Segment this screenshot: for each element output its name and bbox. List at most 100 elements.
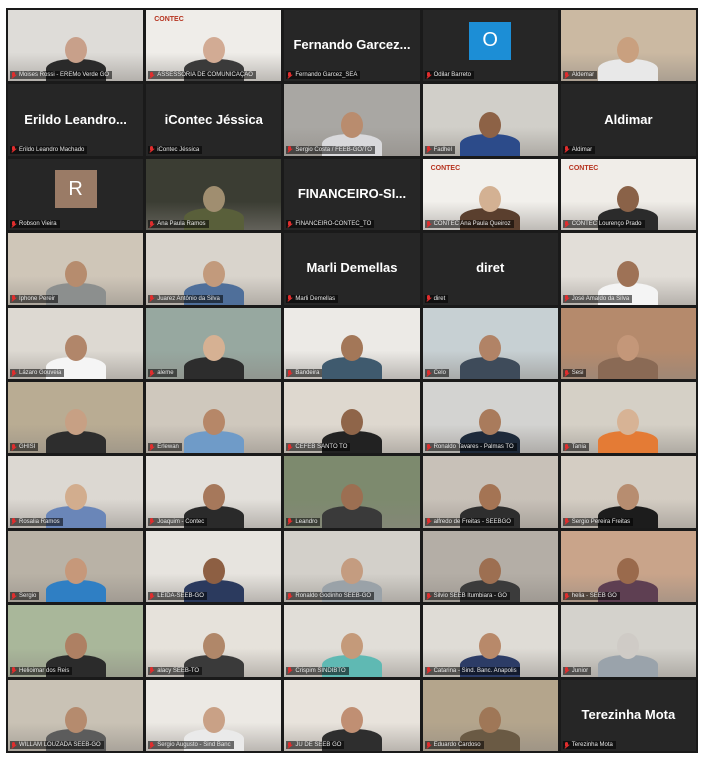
participant-tile[interactable]: diret diret xyxy=(422,233,558,305)
muted-mic-icon xyxy=(564,220,570,228)
participant-tile[interactable]: Ronaldo Godinho SEEB-GO xyxy=(284,530,420,603)
participant-tile[interactable]: alacy SEEB-TO xyxy=(146,605,282,677)
participant-tile[interactable]: Junior xyxy=(560,605,696,677)
participant-tile[interactable]: alfredo de Freitas - SEEBGO xyxy=(422,456,558,528)
participant-tile[interactable]: CEFEB SANTO TO xyxy=(284,382,420,454)
participant-tile[interactable]: Fadhel xyxy=(422,84,558,156)
participant-tile[interactable]: Tania xyxy=(560,382,696,454)
participant-tile[interactable]: Eduardo Cardoso xyxy=(422,679,558,751)
participant-tile[interactable]: LEIDA-SEEB-GO xyxy=(146,530,282,603)
muted-mic-icon xyxy=(564,518,570,525)
participant-tile[interactable]: WILLAM LOUZADA SEEB-GO xyxy=(8,679,144,751)
participant-name-label: Catarina - Sind. Banc. Anapolis xyxy=(424,666,520,675)
participant-tile[interactable]: Juarez Antônio da Silva xyxy=(146,233,282,305)
participant-tile[interactable]: O Odilar Barreto xyxy=(422,10,558,82)
participant-tile[interactable]: Aldemar xyxy=(560,10,696,82)
participant-name: Erildo Leandro Machado xyxy=(19,146,85,153)
participant-name: Junior xyxy=(571,667,589,674)
participant-name-label: Aldemar xyxy=(562,71,598,80)
participant-tile[interactable]: Helioimar dos Reis xyxy=(8,605,144,677)
participant-tile[interactable]: GHISI xyxy=(8,382,144,454)
participant-name: Ronaldo Tavares - Palmas TO xyxy=(433,444,514,451)
participant-tile[interactable]: Leandro xyxy=(284,456,420,528)
participant-name: Sergio Augusto - Sind Banc xyxy=(157,742,231,748)
participant-name: Celo xyxy=(433,370,446,376)
participant-tile[interactable]: aleme xyxy=(146,307,282,379)
participant-name-label: Joaquim - Contec xyxy=(148,517,208,526)
muted-mic-icon xyxy=(564,741,570,749)
participant-tile[interactable]: Sergio Costa / FEEB-GO/TO xyxy=(284,84,420,156)
zoom-gallery-window: Moises Rossi - EREMo Verde GO CONTEC ASSES… xyxy=(6,8,698,753)
participant-tile[interactable]: Ronaldo Tavares - Palmas TO xyxy=(422,382,558,454)
participant-tile[interactable]: Silvio SEEB Itumbiara - GO xyxy=(422,530,558,603)
muted-mic-icon xyxy=(287,592,293,600)
participant-name: Rosalia Ramos xyxy=(19,518,60,525)
participant-name: Juarez Antônio da Silva xyxy=(157,295,220,302)
participant-tile[interactable]: JU DE SEEB GO xyxy=(284,679,420,751)
muted-mic-icon xyxy=(149,71,155,79)
participant-name-label: Odilar Barreto xyxy=(424,71,474,80)
muted-mic-icon xyxy=(149,295,155,302)
participant-tile[interactable]: Sesi xyxy=(560,307,696,379)
participant-name: Aldimar xyxy=(571,146,593,153)
participant-name-label: Eduardo Cardoso xyxy=(424,741,484,749)
muted-mic-icon xyxy=(564,146,570,153)
participant-name: alfredo de Freitas - SEEBGO xyxy=(433,518,511,525)
participant-tile[interactable]: Crispim SINDIBTO xyxy=(284,605,420,677)
muted-mic-icon xyxy=(149,146,155,153)
participant-tile[interactable]: Aldimar Aldimar xyxy=(560,84,696,156)
participant-tile[interactable]: Sergio Pereira Freitas xyxy=(560,456,696,528)
participant-avatar: R xyxy=(54,170,97,209)
participant-name-label: Moises Rossi - EREMo Verde GO xyxy=(10,71,113,80)
participant-tile[interactable]: CONTEC CONTEC Lourenço Prado xyxy=(560,158,696,231)
participant-tile[interactable]: Iphone Pereir xyxy=(8,233,144,305)
participant-name-label: Robson Vieira xyxy=(10,220,60,229)
participant-tile[interactable]: Joaquim - Contec xyxy=(146,456,282,528)
participant-name-label: alacy SEEB-TO xyxy=(148,666,203,675)
participant-tile[interactable]: Rosalia Ramos xyxy=(8,456,144,528)
participant-name-label: Crispim SINDIBTO xyxy=(286,666,349,675)
participant-tile[interactable]: Terezinha Mota Terezinha Mota xyxy=(560,679,696,751)
participant-tile[interactable]: Moises Rossi - EREMo Verde GO xyxy=(8,10,144,82)
participant-tile[interactable]: Bandeira xyxy=(284,307,420,379)
participant-tile[interactable]: Erildo Leandro... Erildo Leandro Machado xyxy=(8,84,144,156)
participant-tile[interactable]: Sergio xyxy=(8,530,144,603)
participant-name-label: aleme xyxy=(148,369,177,377)
participant-tile[interactable]: R Robson Vieira xyxy=(8,158,144,231)
participant-tile[interactable]: CONTEC ASSESSORIA DE COMUNICAÇÃO xyxy=(146,10,282,82)
participant-tile[interactable]: helia - SEEB GO xyxy=(560,530,696,603)
participant-name: LEIDA-SEEB-GO xyxy=(157,593,204,600)
participant-tile[interactable]: Fernando Garcez... Fernando Garcez_SEA xyxy=(284,10,420,82)
muted-mic-icon xyxy=(426,443,432,451)
participant-tile[interactable]: Sergio Augusto - Sind Banc xyxy=(146,679,282,751)
participant-name: WILLAM LOUZADA SEEB-GO xyxy=(19,742,101,748)
muted-mic-icon xyxy=(11,146,17,153)
participant-name: Tania xyxy=(571,444,587,451)
participant-tile[interactable]: FINANCEIRO-SI... FINANCEIRO-CONTEC_TO xyxy=(284,158,420,231)
participant-tile[interactable]: Marli Demellas Marli Demellas xyxy=(284,233,420,305)
participant-tile[interactable]: Catarina - Sind. Banc. Anapolis xyxy=(422,605,558,677)
muted-mic-icon xyxy=(287,146,293,153)
participant-name-label: Sergio xyxy=(10,592,40,601)
participant-name-label: Tania xyxy=(562,443,590,452)
participant-tile[interactable]: Erlewan xyxy=(146,382,282,454)
participant-tile[interactable]: CONTEC CONTEC Ana Paula Queiroz xyxy=(422,158,558,231)
muted-mic-icon xyxy=(564,667,570,674)
participant-name: José Amaldo da Silva xyxy=(571,295,630,302)
participant-tile[interactable]: Lázaro Gouveia xyxy=(8,307,144,379)
muted-mic-icon xyxy=(426,741,432,749)
participant-name: Moises Rossi - EREMo Verde GO xyxy=(19,72,110,79)
participant-name-label: Leandro xyxy=(286,517,321,526)
participant-tile[interactable]: José Amaldo da Silva xyxy=(560,233,696,305)
muted-mic-icon xyxy=(11,518,17,525)
participant-name: Robson Vieira xyxy=(19,221,57,228)
participant-tile[interactable]: iContec Jéssica iContec Jéssica xyxy=(146,84,282,156)
participant-name: Bandeira xyxy=(295,370,320,376)
muted-mic-icon xyxy=(287,518,293,525)
participant-name-label: Junior xyxy=(562,666,592,675)
participant-name: Silvio SEEB Itumbiara - GO xyxy=(433,593,507,600)
participant-tile[interactable]: Celo xyxy=(422,307,558,379)
participant-name-label: diret xyxy=(424,294,449,303)
muted-mic-icon xyxy=(426,71,432,79)
participant-tile[interactable]: Ana Paula Ramos xyxy=(146,158,282,231)
